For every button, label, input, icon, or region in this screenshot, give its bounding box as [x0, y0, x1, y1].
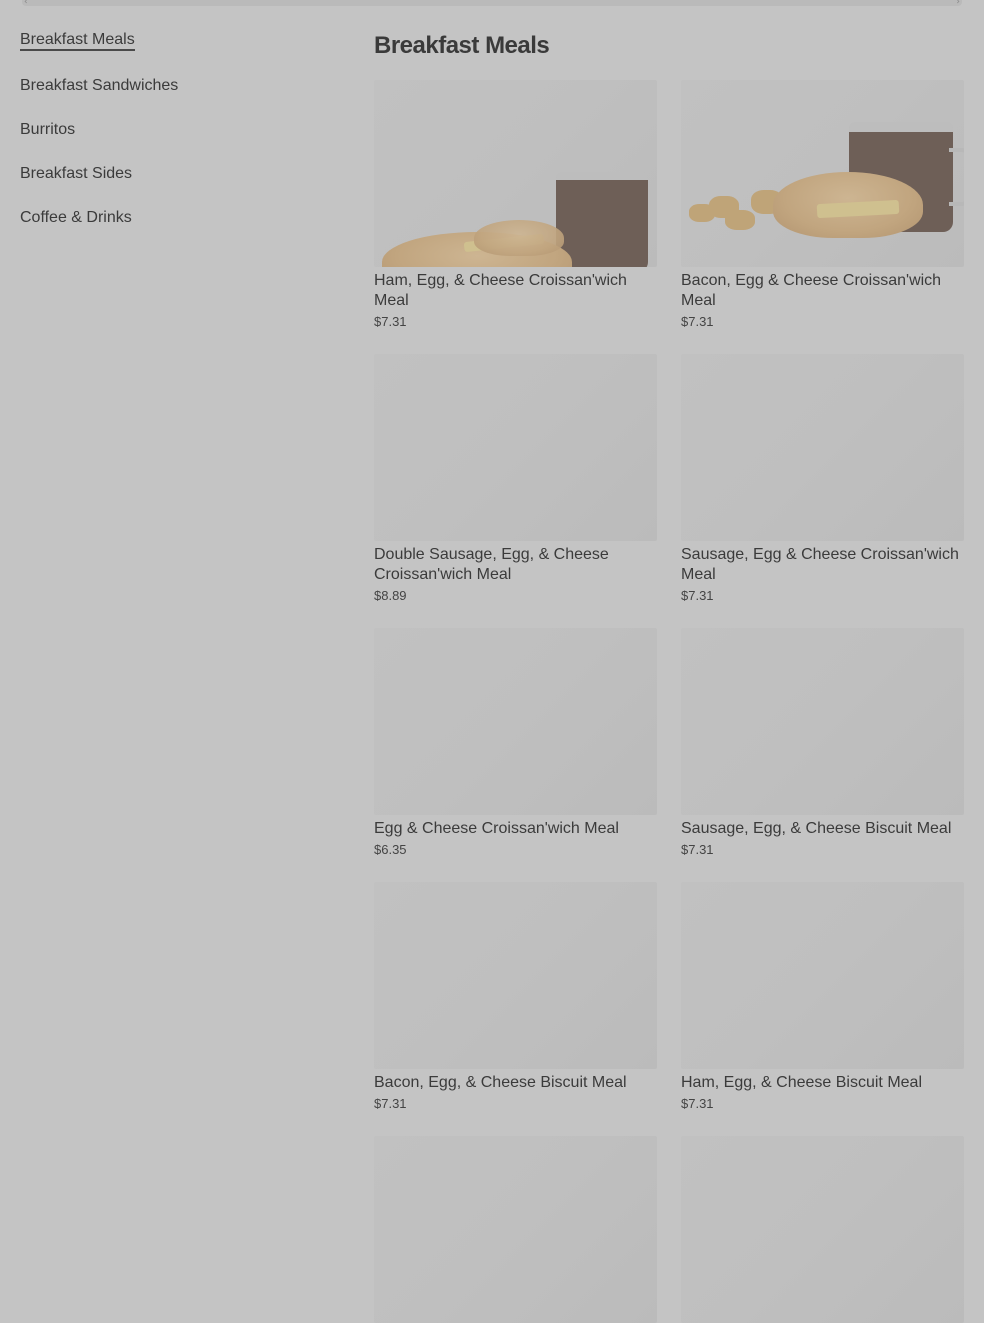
menu-item-name: Double Sausage, Egg, & Cheese Croissan'w…	[374, 546, 609, 583]
menu-item-image	[681, 882, 964, 1069]
page-title: Breakfast Meals	[374, 32, 550, 59]
menu-item-image	[681, 80, 964, 267]
sidebar-item-label: Breakfast Sides	[20, 165, 133, 182]
menu-item-image	[374, 80, 657, 267]
sidebar-item-label: Burritos	[20, 121, 76, 138]
menu-item-image	[681, 1136, 964, 1323]
menu-item-price: $7.31	[681, 1096, 714, 1111]
menu-item-name: Sausage, Egg, & Cheese Biscuit Meal	[681, 820, 952, 837]
menu-item-name: Bacon, Egg, & Cheese Biscuit Meal	[374, 1074, 627, 1091]
sidebar-item-burritos[interactable]: Burritos	[20, 120, 320, 140]
sidebar-item-breakfast-sandwiches[interactable]: Breakfast Sandwiches	[20, 76, 320, 96]
menu-item-card[interactable]: Double Sausage, Egg, & Cheese Croissan'w…	[374, 354, 657, 628]
menu-item-card[interactable]: Ham, Egg, & Cheese Biscuit Meal $7.31	[681, 882, 964, 1136]
menu-item-image	[374, 628, 657, 815]
menu-item-card[interactable]: Egg & Cheese Croissan'wich Meal $6.35	[374, 628, 657, 882]
menu-item-price: $7.31	[374, 1096, 407, 1111]
menu-item-name: Bacon, Egg & Cheese Croissan'wich Meal	[681, 272, 942, 309]
menu-item-grid: Ham, Egg, & Cheese Croissan'wich Meal $7…	[374, 80, 964, 1323]
menu-item-card[interactable]: Bacon, Egg & Cheese Croissan'wich Meal $…	[681, 80, 964, 354]
scroll-left-arrow-icon[interactable]: ‹	[24, 0, 28, 7]
menu-section: Breakfast Meals Ham, Egg, & Cheese Crois…	[374, 30, 964, 1323]
menu-item-card[interactable]: Sausage, Egg & Cheese Croissan'wich Meal…	[681, 354, 964, 628]
horizontal-scrollbar[interactable]: ‹ ›	[22, 0, 962, 7]
menu-item-price: $7.31	[374, 314, 407, 329]
menu-item-card[interactable]	[681, 1136, 964, 1323]
menu-item-card[interactable]: Ham, Egg, & Cheese Croissan'wich Meal $7…	[374, 80, 657, 354]
menu-item-name: Ham, Egg, & Cheese Biscuit Meal	[681, 1074, 922, 1091]
menu-item-name: Sausage, Egg & Cheese Croissan'wich Meal	[681, 546, 959, 583]
menu-item-price: $6.35	[374, 842, 407, 857]
menu-item-price: $8.89	[374, 588, 407, 603]
menu-item-card[interactable]	[374, 1136, 657, 1323]
sidebar-item-breakfast-meals[interactable]: Breakfast Meals	[20, 30, 320, 51]
sidebar-item-label: Breakfast Sandwiches	[20, 77, 179, 94]
menu-item-name: Egg & Cheese Croissan'wich Meal	[374, 820, 619, 837]
sidebar-item-label: Coffee & Drinks	[20, 209, 132, 226]
category-sidebar: Breakfast Meals Breakfast Sandwiches Bur…	[20, 30, 320, 252]
menu-item-name: Ham, Egg, & Cheese Croissan'wich Meal	[374, 272, 627, 309]
menu-item-image	[681, 354, 964, 541]
menu-item-card[interactable]: Bacon, Egg, & Cheese Biscuit Meal $7.31	[374, 882, 657, 1136]
menu-item-image	[374, 354, 657, 541]
sidebar-item-breakfast-sides[interactable]: Breakfast Sides	[20, 164, 320, 184]
menu-item-image	[681, 628, 964, 815]
menu-item-price: $7.31	[681, 588, 714, 603]
menu-item-image	[374, 882, 657, 1069]
sidebar-item-coffee-drinks[interactable]: Coffee & Drinks	[20, 208, 320, 228]
scroll-right-arrow-icon[interactable]: ›	[956, 0, 960, 7]
sidebar-item-label: Breakfast Meals	[20, 31, 135, 51]
menu-item-price: $7.31	[681, 314, 714, 329]
menu-item-price: $7.31	[681, 842, 714, 857]
menu-item-card[interactable]: Sausage, Egg, & Cheese Biscuit Meal $7.3…	[681, 628, 964, 882]
menu-item-image	[374, 1136, 657, 1323]
